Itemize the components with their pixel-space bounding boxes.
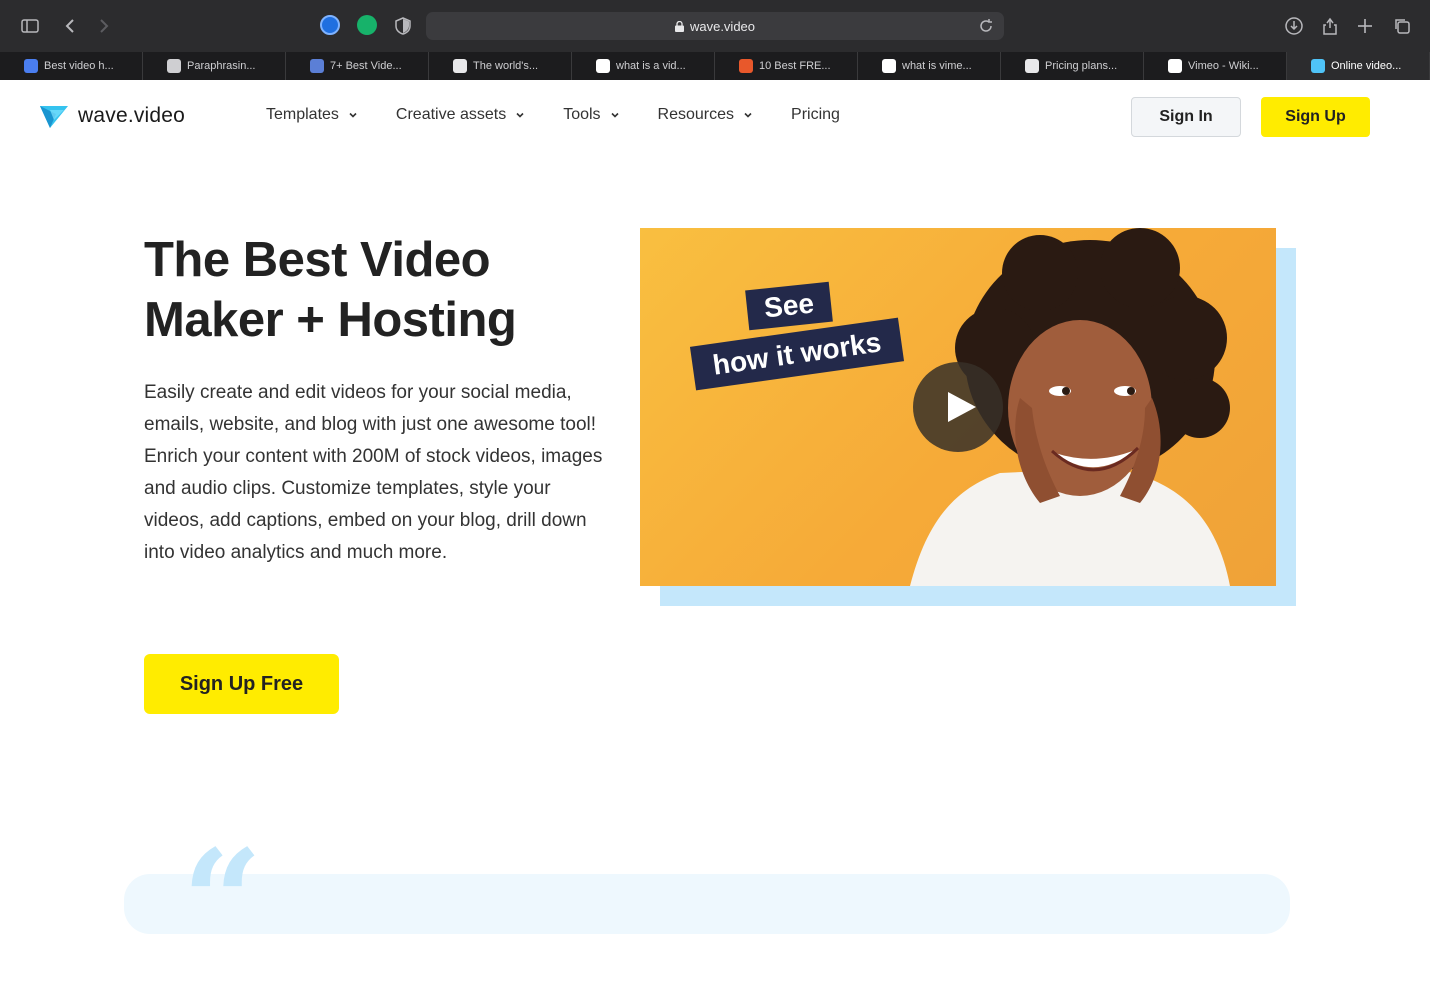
browser-tab[interactable]: Pricing plans... [1001,52,1144,80]
play-button[interactable] [913,362,1003,452]
tab-favicon-icon [1168,59,1182,73]
shield-icon[interactable] [389,12,417,40]
browser-tab[interactable]: Paraphrasin... [143,52,286,80]
tab-favicon-icon [1025,59,1039,73]
reload-icon[interactable] [978,18,994,34]
nav-label: Templates [266,106,339,123]
tab-label: Vimeo - Wiki... [1188,60,1259,72]
hero-title-line: The Best Video [144,233,491,287]
tab-label: Pricing plans... [1045,60,1118,72]
nav-label: Pricing [791,106,840,123]
nav-pricing[interactable]: Pricing [791,106,840,124]
back-icon[interactable] [56,12,84,40]
browser-tab[interactable]: 10 Best FRE... [715,52,858,80]
nav-tools[interactable]: Tools [563,106,619,124]
new-tab-icon[interactable] [1351,12,1379,40]
tab-favicon-icon [24,59,38,73]
testimonial-strip [124,874,1290,934]
tab-favicon-icon [1311,59,1325,73]
main-nav: Templates Creative assets Tools Resource… [266,106,878,124]
browser-tab[interactable]: Online video... [1287,52,1430,80]
url-text: wave.video [689,18,756,34]
chevron-down-icon [744,112,752,118]
hero-description: Easily create and edit videos for your s… [144,377,604,569]
nav-label: Creative assets [395,106,507,123]
chevron-down-icon [516,112,524,118]
browser-toolbar: wave.video [0,0,1430,52]
sign-in-button[interactable]: Sign In [1131,97,1241,137]
tab-favicon-icon [596,59,610,73]
chevron-down-icon [349,112,357,118]
quote-mark-icon: “ [182,820,263,984]
download-icon[interactable] [1280,12,1308,40]
tab-favicon-icon [453,59,467,73]
forward-icon[interactable] [90,12,118,40]
tab-label: 7+ Best Vide... [330,60,402,72]
browser-tab[interactable]: what is a vid... [572,52,715,80]
browser-tab[interactable]: Best video h... [0,52,143,80]
tab-overview-icon[interactable] [1388,12,1416,40]
tab-label: what is a vid... [616,60,686,72]
tab-favicon-icon [882,59,896,73]
sign-up-button[interactable]: Sign Up [1261,97,1370,137]
share-icon[interactable] [1316,12,1344,40]
site-logo[interactable]: wave.video [38,100,185,132]
grammarly-icon[interactable] [357,15,377,35]
tab-favicon-icon [167,59,181,73]
tab-label: what is vime... [902,60,972,72]
nav-label: Tools [563,106,601,123]
wave-logo-icon [40,106,68,128]
hero-title-line: Maker + Hosting [144,293,517,347]
sidebar-toggle-icon[interactable] [16,12,44,40]
tab-favicon-icon [739,59,753,73]
lock-icon [674,20,684,32]
browser-tab[interactable]: what is vime... [858,52,1001,80]
address-bar[interactable]: wave.video [426,12,1004,40]
hero-paragraph: Easily create and edit videos for your s… [144,382,597,435]
tab-bar: Best video h... Paraphrasin... 7+ Best Vid… [0,52,1430,80]
sign-up-free-button[interactable]: Sign Up Free [144,654,339,714]
chevron-down-icon [610,112,619,118]
hero-paragraph: Enrich your content with 200M of stock v… [144,446,603,563]
browser-tab[interactable]: 7+ Best Vide... [286,52,429,80]
video-player[interactable]: See how it works [640,228,1276,586]
nav-label: Resources [657,106,735,123]
browser-tab[interactable]: The world's... [429,52,572,80]
tab-label: Best video h... [44,60,114,72]
tab-label: Online video... [1331,60,1402,72]
hero-title: The Best Video Maker + Hosting [144,230,614,350]
nav-templates[interactable]: Templates [266,106,358,124]
extension-icon[interactable] [320,15,340,35]
nav-resources[interactable]: Resources [658,106,753,124]
webpage: wave.video Templates Creative assets Too… [0,80,1430,972]
browser-tab[interactable]: Vimeo - Wiki... [1144,52,1287,80]
logo-text: wave.video [78,104,186,127]
tab-label: The world's... [473,60,539,72]
tab-label: 10 Best FRE... [759,60,831,72]
nav-creative-assets[interactable]: Creative assets [396,106,525,124]
tab-favicon-icon [310,59,324,73]
tab-label: Paraphrasin... [187,60,256,72]
play-icon [948,392,976,422]
